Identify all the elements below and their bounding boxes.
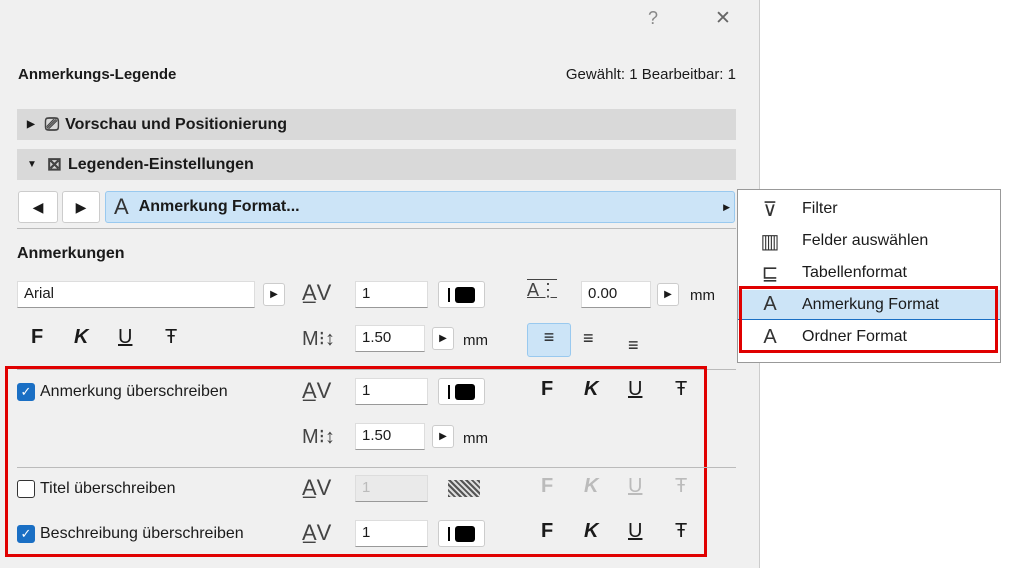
filter-icon: ⊽ [762,198,778,221]
color-picker-disabled [448,480,480,497]
size-input[interactable]: 1.50 [355,325,425,352]
override-description-checkbox[interactable]: ✓ [17,525,35,543]
underline-button: U [628,475,643,497]
size-step-button[interactable]: ▶ [432,425,454,448]
annotations-heading: Anmerkungen [17,245,125,262]
checkbox-label: Anmerkung überschreiben [40,383,228,400]
section-label: Vorschau und Positionierung [65,115,288,133]
panel-title: Anmerkungs-Legende [18,66,177,83]
align-bottom-button[interactable]: ≡ [628,335,639,356]
bold-button: F [541,475,554,497]
expand-arrow-icon: ▶ [27,119,35,130]
preview-icon: ⎚ [44,114,60,134]
checkbox-label: Titel überschreiben [40,480,176,497]
italic-button[interactable]: K [584,520,598,543]
pen-icon: A̲V [302,280,332,305]
underline-button[interactable]: U [628,520,642,543]
text-size-icon: M⁝↕ [302,328,336,350]
italic-button: K [584,475,599,497]
annotation-legend-panel: ? ✕ Anmerkungs-Legende Gewählt: 1 Bearbe… [0,0,760,568]
highlight-box [739,286,998,353]
menu-item-label: Filter [802,200,838,217]
legend-settings-icon: ⊠ [46,154,62,174]
menu-item-label: Tabellenformat [802,264,907,281]
offset-step-button[interactable]: ▶ [657,283,679,306]
unit-label: mm [463,430,488,447]
menu-item-select-fields[interactable]: ▥ Felder auswählen [738,226,1000,256]
underline-button[interactable]: U [118,326,132,349]
bold-button[interactable]: F [541,520,553,543]
format-selector-label: Anmerkung Format... [138,198,300,215]
align-middle-button[interactable]: ≡ [583,328,594,349]
prev-button[interactable]: ◀ [18,191,58,223]
table-format-icon: ⊑ [761,262,779,285]
section-preview-positioning[interactable]: ▶ ⎚ Vorschau und Positionierung [17,109,736,140]
unit-label: mm [463,332,488,349]
font-dropdown-button[interactable]: ▶ [263,283,285,306]
strikethrough-button[interactable]: Ŧ [675,520,687,543]
menu-item-filter[interactable]: ⊽ Filter [738,194,1000,224]
menu-item-table-format[interactable]: ⊑ Tabellenformat [738,258,1000,288]
italic-button[interactable]: K [74,326,88,349]
pen-icon: A̲V [302,378,332,403]
help-button[interactable]: ? [648,8,658,29]
color-picker[interactable] [438,281,485,308]
pen-input[interactable]: 1 [355,378,428,405]
section-legend-settings[interactable]: ▼ ⊠ Legenden-Einstellungen [17,149,736,180]
close-button[interactable]: ✕ [715,7,731,30]
divider [17,228,736,229]
offset-input[interactable]: 0.00 [581,281,651,308]
selection-status: Gewählt: 1 Bearbeitbar: 1 [565,66,736,83]
text-size-icon: M⁝↕ [302,426,336,448]
size-input[interactable]: 1.50 [355,423,425,450]
checkbox-label: Beschreibung überschreiben [40,525,244,542]
next-button[interactable]: ▶ [62,191,100,223]
text-format-icon: A [114,194,129,219]
strikethrough-button[interactable]: Ŧ [675,378,687,401]
strikethrough-button[interactable]: Ŧ [165,326,177,349]
pen-input[interactable]: 1 [355,281,428,308]
menu-item-label: Felder auswählen [802,232,929,249]
color-picker[interactable] [438,520,485,547]
size-step-button[interactable]: ▶ [432,327,454,350]
format-selector[interactable]: A Anmerkung Format... ▶ [105,191,735,223]
font-input[interactable]: Arial [17,281,255,308]
pen-icon: A̲V [302,475,332,500]
strikethrough-button: Ŧ [675,475,688,497]
override-title-checkbox[interactable] [17,480,35,498]
pen-icon: A̲V [302,520,332,545]
override-annotation-checkbox[interactable]: ✓ [17,383,35,401]
submenu-arrow-icon: ▶ [723,201,730,212]
pen-input: 1 [355,475,428,502]
bold-button[interactable]: F [541,378,553,401]
offset-icon: A⋮ [527,280,558,300]
color-picker[interactable] [438,378,485,405]
section-label: Legenden-Einstellungen [68,155,254,173]
format-menu: ⊽ Filter ▥ Felder auswählen ⊑ Tabellenforma… [737,189,1001,363]
align-top-button[interactable]: ≡ [527,323,571,357]
divider [17,467,736,468]
underline-button[interactable]: U [628,378,642,401]
italic-button[interactable]: K [584,378,598,401]
columns-icon: ▥ [760,230,780,253]
pen-input[interactable]: 1 [355,520,428,547]
bold-button[interactable]: F [31,326,43,349]
unit-label: mm [690,287,715,304]
collapse-arrow-icon: ▼ [27,159,37,170]
